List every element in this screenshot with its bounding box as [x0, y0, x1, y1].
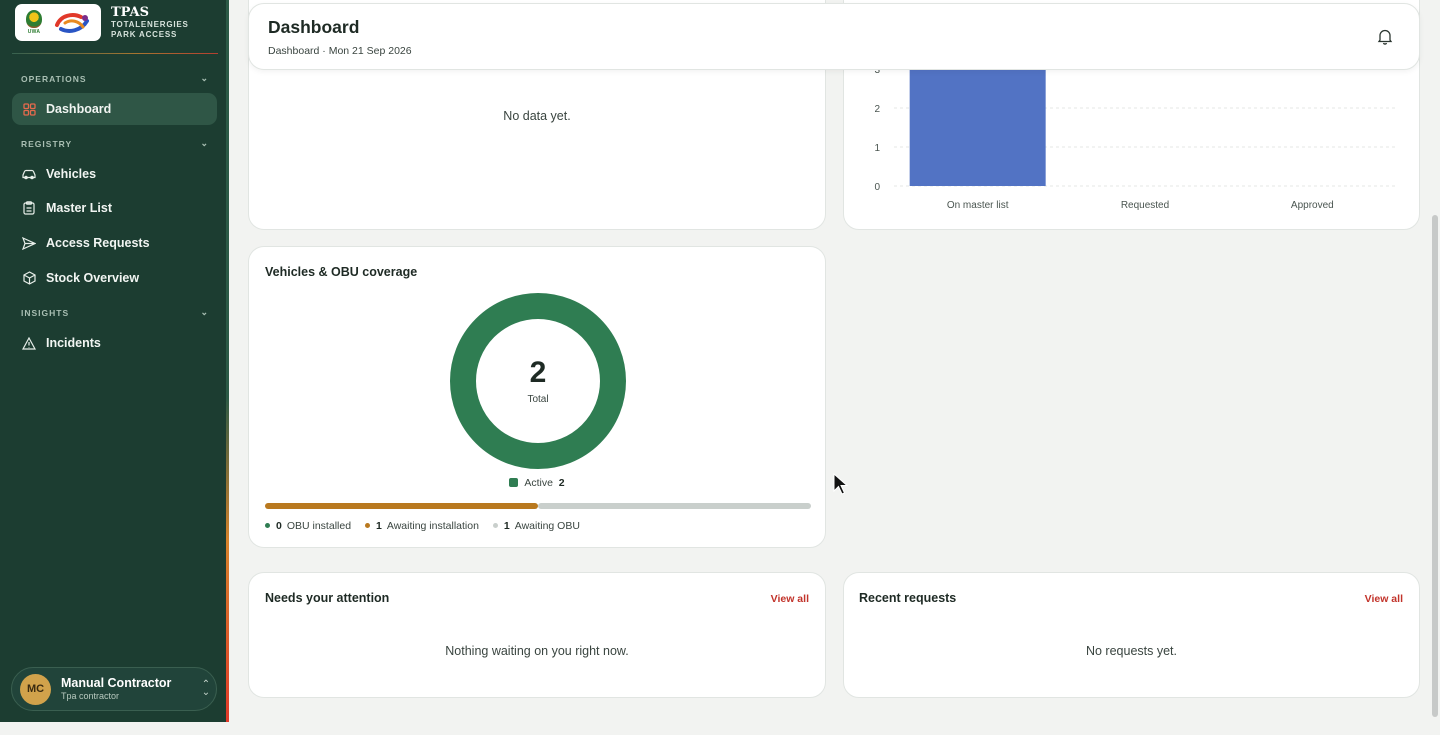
app-subtitle: TOTALENERGIES	[111, 19, 189, 29]
section-registry[interactable]: REGISTRY ⌄	[21, 138, 209, 149]
page-title: Dashboard	[268, 17, 360, 37]
sidebar-item-access-requests[interactable]: Access Requests	[12, 227, 217, 259]
card-title: Needs your attention	[265, 591, 390, 605]
progress-segment-awaiting-installation	[265, 503, 538, 509]
warning-icon	[22, 336, 36, 350]
send-icon	[22, 236, 36, 250]
user-role: Tpa contractor	[61, 691, 120, 701]
stat-awaiting-obu: 1 Awaiting OBU	[492, 520, 580, 532]
sidebar-item-master-list[interactable]: Master List	[12, 192, 217, 224]
progress-segment-awaiting-obu	[538, 503, 811, 509]
grid-icon	[22, 102, 36, 116]
box-icon	[22, 271, 36, 285]
coverage-donut: 2 Total	[450, 293, 626, 469]
empty-state-text: No data yet.	[503, 109, 571, 123]
bell-icon[interactable]	[1377, 28, 1393, 45]
sidebar-item-vehicles[interactable]: Vehicles	[12, 158, 217, 190]
view-all-link[interactable]: View all	[771, 593, 809, 605]
user-menu[interactable]: MC Manual Contractor Tpa contractor ⌃ ⌄	[11, 667, 217, 711]
chevron-down-icon: ⌄	[200, 73, 209, 83]
card-attention: Needs your attention View all Nothing wa…	[248, 572, 826, 698]
empty-state-text: Nothing waiting on you right now.	[445, 644, 629, 658]
user-name: Manual Contractor	[61, 676, 172, 690]
view-all-link[interactable]: View all	[1365, 593, 1403, 605]
x-tick-label: Approved	[1291, 200, 1334, 211]
obu-progress-bar	[265, 503, 811, 509]
scrollbar[interactable]	[1432, 215, 1438, 717]
breadcrumb: Dashboard · Mon 21 Sep 2026	[268, 45, 412, 57]
card-title: Vehicles & OBU coverage	[265, 265, 418, 279]
clipboard-icon	[22, 201, 36, 215]
card-coverage: Vehicles & OBU coverage 2 Total Active 2…	[248, 246, 826, 548]
car-icon	[22, 167, 36, 181]
chevron-up-down-icon: ⌃ ⌄	[201, 679, 211, 698]
card-recent-requests: Recent requests View all No requests yet…	[843, 572, 1420, 698]
totalenergies-logo	[55, 12, 89, 33]
donut-total-label: Total	[527, 394, 548, 405]
donut-total-value: 2	[530, 356, 547, 389]
y-tick-label: 1	[874, 143, 880, 154]
avatar: MC	[20, 673, 51, 705]
stat-obu-installed: 0 OBU installed	[265, 520, 351, 532]
sidebar-item-stock-overview[interactable]: Stock Overview	[12, 262, 217, 294]
sidebar-item-dashboard[interactable]: Dashboard	[12, 93, 217, 125]
stat-awaiting-installation: 1 Awaiting installation	[365, 520, 479, 532]
app-title: TPAS	[111, 4, 149, 20]
section-operations[interactable]: OPERATIONS ⌄	[21, 73, 209, 84]
y-tick-label: 0	[874, 182, 880, 193]
brand-logos: UWA	[15, 4, 101, 41]
sidebar-item-incidents[interactable]: Incidents	[12, 327, 217, 359]
sidebar: UWA TPAS TOTALENERGIES PARK ACCESS OPERA…	[0, 0, 228, 722]
chevron-down-icon: ⌄	[200, 138, 209, 148]
bar-on-master-list	[909, 69, 1046, 186]
uwa-logo: UWA	[21, 8, 47, 38]
y-tick-label: 2	[874, 104, 880, 115]
x-tick-label: On master list	[947, 200, 1009, 211]
sidebar-accent-edge	[226, 0, 229, 722]
donut-legend: Active 2	[249, 477, 825, 489]
card-title: Recent requests	[859, 591, 957, 605]
mouse-cursor	[833, 473, 849, 495]
legend-swatch	[509, 478, 519, 487]
section-insights[interactable]: INSIGHTS ⌄	[21, 307, 209, 318]
divider	[12, 53, 218, 54]
app-subtitle: PARK ACCESS	[111, 29, 178, 39]
page-header: Dashboard Dashboard · Mon 21 Sep 2026	[248, 3, 1420, 70]
chevron-down-icon: ⌄	[200, 307, 209, 317]
x-tick-label: Requested	[1121, 200, 1169, 211]
brand[interactable]: UWA TPAS TOTALENERGIES PARK ACCESS	[15, 4, 189, 41]
empty-state-text: No requests yet.	[1085, 644, 1177, 658]
obu-status-legend: 0 OBU installed 1 Awaiting installation 1A…	[265, 520, 580, 532]
